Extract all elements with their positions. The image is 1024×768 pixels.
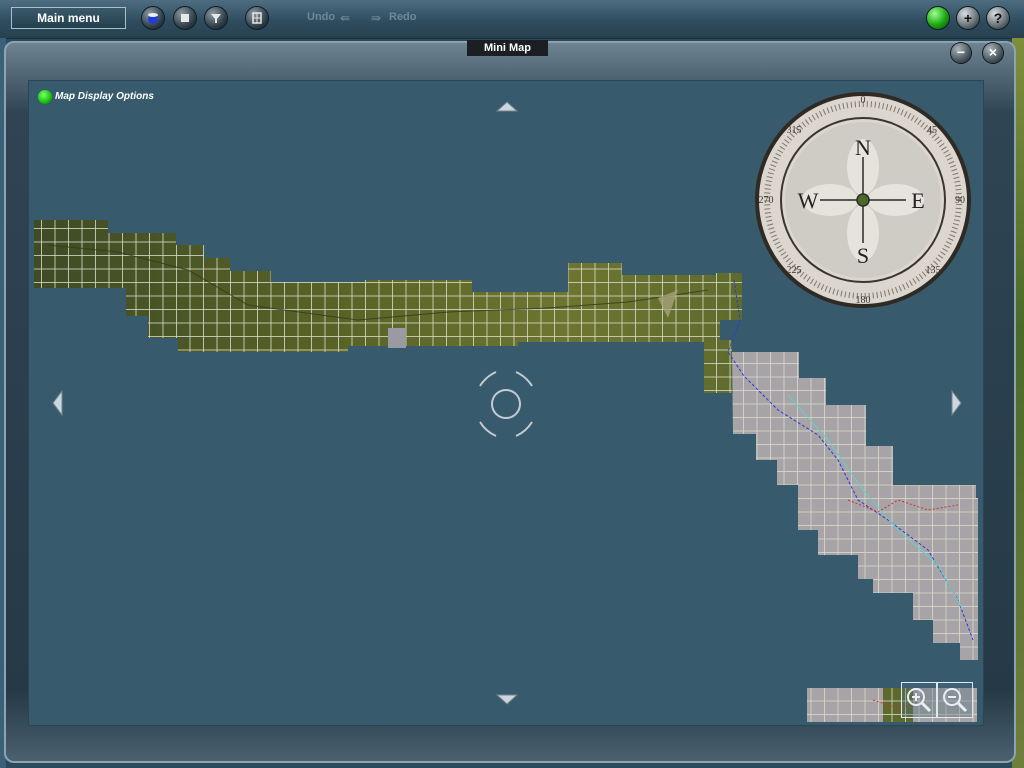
map-display-options-label[interactable]: Map Display Options [55, 90, 154, 103]
pan-down-icon[interactable] [496, 694, 518, 706]
center-reticle-icon [479, 371, 533, 437]
compass-degree-180: 180 [856, 295, 871, 306]
undo-button[interactable]: Undo [307, 11, 335, 23]
panel-title: Mini Map [467, 40, 548, 56]
compass-degree-270: 270 [759, 195, 774, 206]
close-button[interactable]: × [983, 43, 1003, 63]
pan-up-icon[interactable] [496, 100, 518, 112]
globe-icon[interactable] [142, 7, 164, 29]
compass-east: E [911, 188, 924, 213]
stop-icon[interactable] [174, 7, 196, 29]
grid-icon[interactable] [246, 7, 268, 29]
pan-left-icon[interactable] [51, 390, 63, 416]
zoom-in-icon[interactable] [902, 683, 936, 717]
compass-north: N [855, 135, 871, 160]
compass-degree-45: 45 [927, 125, 937, 136]
plus-icon[interactable]: + [957, 7, 979, 29]
status-led-icon[interactable] [927, 7, 949, 29]
minimize-button[interactable]: − [951, 43, 971, 63]
zoom-out-button[interactable] [937, 682, 973, 718]
pan-right-icon[interactable] [951, 390, 963, 416]
main-menu-button[interactable]: Main menu [11, 7, 126, 29]
compass-degree-315: 315 [787, 125, 802, 136]
filter-icon[interactable] [205, 7, 227, 29]
zoom-in-button[interactable] [901, 682, 937, 718]
redo-arrow-icon[interactable]: ⇛ [371, 11, 381, 25]
display-options-indicator-icon[interactable] [38, 90, 52, 104]
undo-arrow-icon[interactable]: ⇚ [340, 11, 350, 25]
help-icon[interactable]: ? [987, 7, 1009, 29]
compass-icon: N S E W 0 45 90 135 180 225 270 315 [755, 92, 971, 308]
compass-degree-0: 0 [861, 95, 866, 106]
mini-map-viewport[interactable]: N S E W 0 45 90 135 180 225 270 315 [28, 80, 984, 726]
compass-degree-90: 90 [955, 195, 965, 206]
compass-south: S [857, 243, 869, 268]
compass-degree-135: 135 [926, 265, 941, 276]
zoom-out-icon[interactable] [938, 683, 972, 717]
compass-degree-225: 225 [787, 265, 802, 276]
top-toolbar: Main menu Undo ⇚ ⇛ Redo + ? [0, 0, 1024, 39]
redo-button[interactable]: Redo [389, 11, 417, 23]
compass-west: W [798, 188, 819, 213]
